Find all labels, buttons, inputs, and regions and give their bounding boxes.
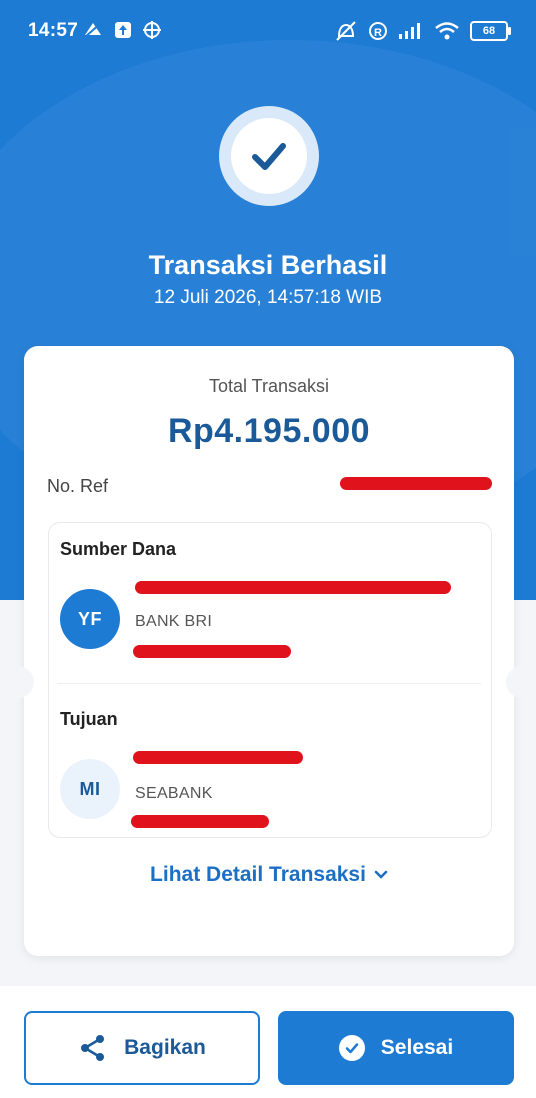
- avatar: MI: [60, 759, 120, 819]
- destination-bank: SEABANK: [135, 785, 213, 802]
- divider: [57, 683, 481, 684]
- check-circle-icon: [338, 1035, 365, 1061]
- share-button[interactable]: Bagikan: [24, 1011, 260, 1085]
- receipt-card: Total Transaksi Rp4.195.000 No. Ref Sumb…: [24, 346, 514, 956]
- vpn-icon: [142, 20, 162, 40]
- status-bar: 14:57 R 68: [0, 0, 536, 60]
- svg-text:R: R: [374, 27, 382, 39]
- success-badge: [219, 106, 319, 206]
- wifi-icon: [434, 21, 460, 41]
- party-card: Sumber Dana YF BANK BRI Tujuan MI SEABAN…: [48, 522, 492, 838]
- total-label: Total Transaksi: [208, 376, 330, 396]
- destination-heading: Tujuan: [60, 709, 118, 729]
- footer-bar: Bagikan Selesai: [0, 986, 536, 1098]
- battery-icon: 68: [470, 21, 511, 41]
- upload-icon: [114, 21, 132, 39]
- source-heading: Sumber Dana: [60, 539, 177, 559]
- source-account-redaction: [133, 645, 291, 658]
- ref-number-redaction: [340, 477, 492, 490]
- notification-mute-icon: [82, 20, 104, 40]
- mute-icon: [334, 20, 358, 42]
- signal-icon: [398, 22, 424, 40]
- registered-icon: R: [368, 21, 388, 41]
- done-label: Selesai: [380, 1036, 454, 1059]
- view-details-link[interactable]: Lihat Detail Transaksi: [24, 863, 514, 887]
- share-icon: [81, 1035, 105, 1061]
- source-name-redaction: [135, 581, 451, 594]
- chevron-down-icon: [374, 870, 388, 879]
- transaction-datetime: 12 Juli 2026, 14:57:18 WIB: [153, 287, 383, 308]
- check-icon: [252, 143, 286, 170]
- page-title: Transaksi Berhasil: [148, 250, 388, 280]
- done-button[interactable]: Selesai: [278, 1011, 514, 1085]
- avatar: YF: [60, 589, 120, 649]
- source-bank: BANK BRI: [135, 613, 213, 630]
- share-label: Bagikan: [124, 1036, 206, 1059]
- status-time: 14:57: [28, 20, 79, 41]
- destination-account-redaction: [131, 815, 269, 828]
- destination-name-redaction: [133, 751, 303, 764]
- ref-label: No. Ref: [47, 476, 109, 496]
- view-details-label: Lihat Detail Transaksi: [150, 863, 366, 886]
- total-amount: Rp4.195.000: [167, 412, 371, 450]
